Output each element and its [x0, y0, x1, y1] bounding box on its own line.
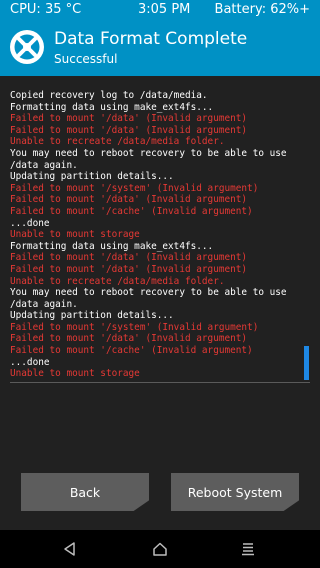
log-line: ...done	[10, 217, 50, 229]
back-button[interactable]: Back	[21, 473, 149, 511]
reboot-system-button[interactable]: Reboot System	[171, 473, 299, 511]
clock: 3:05 PM	[138, 2, 191, 17]
battery-status: Battery: 62%+	[214, 2, 310, 17]
log-line: Failed to mount '/cache' (Invalid argume…	[10, 345, 253, 357]
log-line: Failed to mount '/data' (Invalid argumen…	[10, 124, 248, 136]
console-log[interactable]: Copied recovery log to /data/media. Forma…	[0, 76, 320, 382]
status-bar: CPU: 35 °C 3:05 PM Battery: 62%+	[0, 0, 320, 20]
log-line: Formatting data using make_ext4fs...	[10, 240, 214, 252]
log-line: ...done	[10, 356, 50, 368]
log-line: You may need to reboot recovery to be ab…	[10, 287, 287, 299]
log-line: You may need to reboot recovery to be ab…	[10, 147, 287, 159]
log-line: Unable to mount storage	[10, 229, 140, 241]
log-line: /data again.	[10, 298, 78, 310]
log-line: Failed to mount '/data' (Invalid argumen…	[10, 263, 248, 275]
cpu-temperature: CPU: 35 °C	[10, 2, 82, 17]
nav-home-icon[interactable]	[152, 541, 168, 557]
page-header: Data Format Complete Successful	[0, 20, 320, 76]
log-line: Failed to mount '/data' (Invalid argumen…	[10, 113, 248, 125]
log-line: Formatting data using make_ext4fs...	[10, 101, 214, 113]
console-log-lines: Copied recovery log to /data/media. Forma…	[10, 90, 308, 380]
nav-back-icon[interactable]	[62, 541, 78, 557]
log-line: Failed to mount '/data' (Invalid argumen…	[10, 252, 248, 264]
page-subtitle: Successful	[54, 52, 118, 66]
twrp-logo-icon	[8, 28, 46, 66]
reboot-system-button-label: Reboot System	[187, 484, 283, 500]
log-line: Updating partition details...	[10, 171, 174, 183]
log-line: Failed to mount '/cache' (Invalid argume…	[10, 205, 253, 217]
scrollbar-thumb[interactable]	[304, 346, 309, 380]
log-line: Failed to mount '/system' (Invalid argum…	[10, 321, 259, 333]
page-title: Data Format Complete	[54, 29, 248, 49]
log-line: Unable to recreate /data/media folder.	[10, 275, 225, 287]
log-line: Copied recovery log to /data/media.	[10, 90, 208, 101]
log-line: Unable to mount storage	[10, 368, 140, 380]
log-line: Unable to recreate /data/media folder.	[10, 136, 225, 148]
log-line: Updating partition details...	[10, 310, 174, 322]
log-line: /data again.	[10, 159, 78, 171]
nav-menu-icon[interactable]	[240, 541, 256, 557]
back-button-label: Back	[69, 484, 101, 500]
log-line: Failed to mount '/data' (Invalid argumen…	[10, 194, 248, 206]
log-line: Failed to mount '/data' (Invalid argumen…	[10, 333, 248, 345]
divider	[10, 382, 310, 383]
log-line: Failed to mount '/system' (Invalid argum…	[10, 182, 259, 194]
navigation-bar	[0, 530, 320, 568]
